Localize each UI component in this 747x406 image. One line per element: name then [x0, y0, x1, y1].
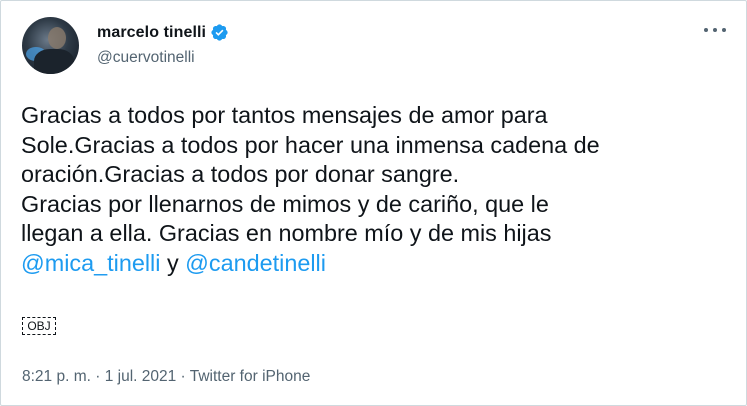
tweet-line: Gracias por llenarnos de mimos y de cari… — [21, 190, 549, 217]
tweet-line: oración.Gracias a todos por donar sangre… — [21, 161, 460, 188]
tweet-text: Gracias a todos por tantos mensajes de a… — [21, 101, 731, 279]
avatar-face — [48, 27, 66, 49]
tweet-line: Sole.Gracias a todos por hacer una inmen… — [21, 131, 600, 158]
more-dot — [704, 28, 708, 32]
tweet-line: Gracias a todos por tantos mensajes de a… — [21, 102, 548, 128]
tweet-timestamp[interactable]: 8:21 p. m. · 1 jul. 2021 · Twitter for i… — [22, 368, 310, 386]
author-name-row[interactable]: marcelo tinelli — [97, 23, 229, 42]
mention-link[interactable]: @mica_tinelli — [21, 250, 160, 276]
author-handle[interactable]: @cuervotinelli — [97, 49, 195, 67]
avatar[interactable] — [22, 17, 79, 74]
mention-link[interactable]: @candetinelli — [185, 250, 326, 276]
emoji-placeholder: OBJ — [22, 317, 56, 335]
author-display-name[interactable]: marcelo tinelli — [97, 24, 206, 42]
verified-badge-icon — [211, 24, 228, 41]
tweet-card: marcelo tinelli @cuervotinelli Gracias a… — [0, 0, 747, 406]
avatar-body — [34, 49, 74, 74]
tweet-connector: y — [160, 249, 186, 276]
more-dot — [713, 28, 717, 32]
more-options-icon[interactable] — [704, 23, 726, 37]
tweet-line: llegan a ella. Gracias en nombre mío y d… — [21, 220, 552, 247]
more-dot — [722, 28, 726, 32]
